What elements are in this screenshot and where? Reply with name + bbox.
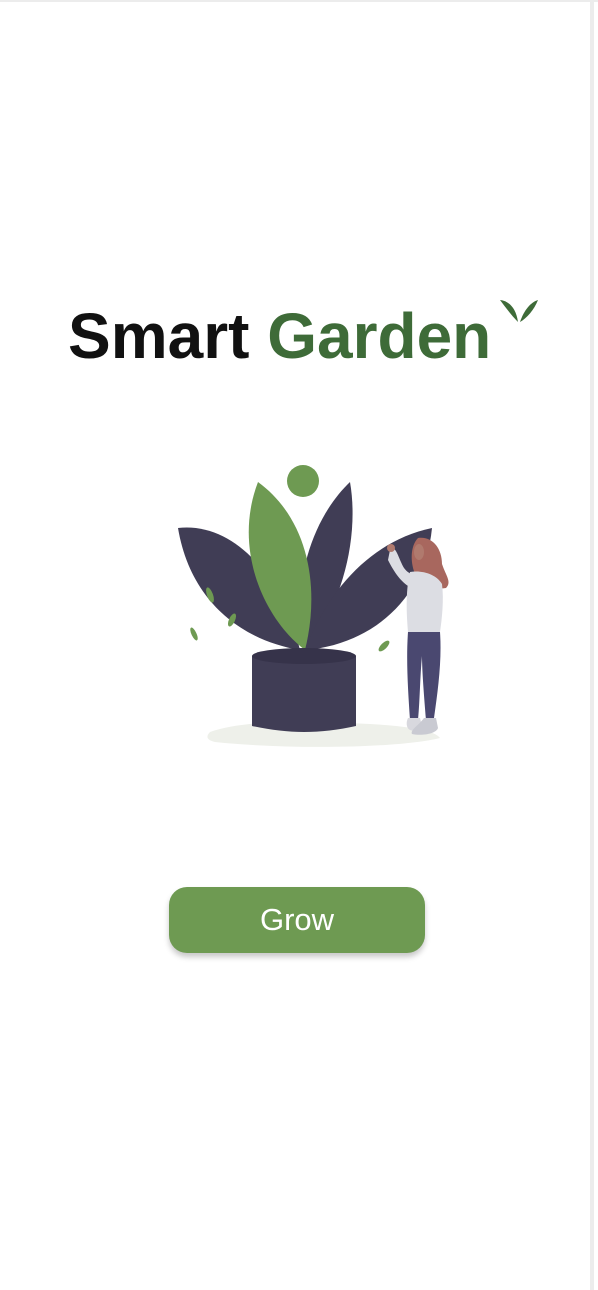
- app-title-smart: Smart: [68, 300, 250, 372]
- app-title: Smart Garden: [68, 296, 491, 376]
- woman-with-giant-plant-illustration: [178, 465, 449, 747]
- app-title-garden: Garden: [267, 300, 492, 372]
- top-edge: [0, 0, 598, 2]
- right-edge: [590, 0, 594, 1290]
- splash-screen: Smart Garden Grow: [0, 0, 598, 1290]
- sprout-icon: [500, 300, 538, 322]
- grow-button[interactable]: Grow: [169, 887, 425, 953]
